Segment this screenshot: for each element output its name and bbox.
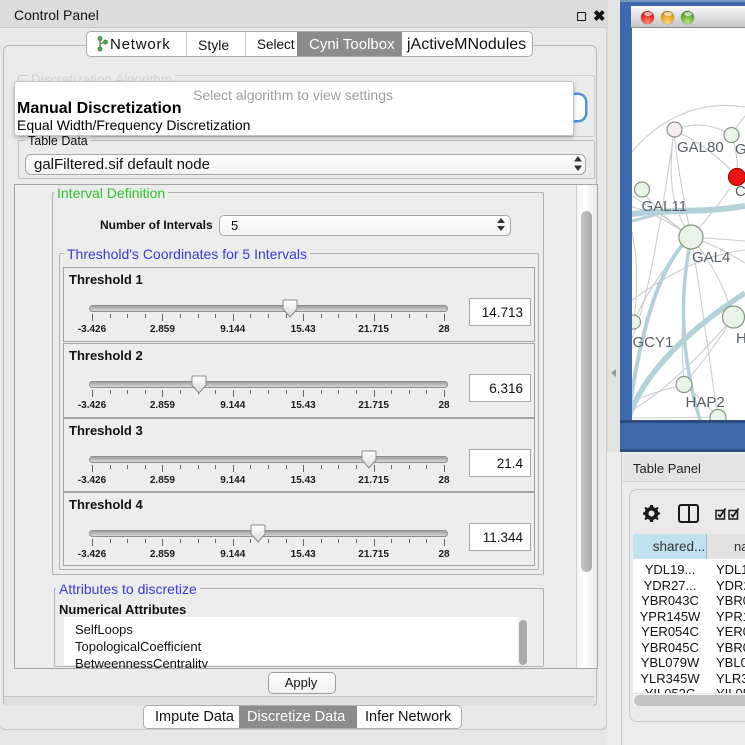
svg-text:GAL3: GAL3	[735, 141, 745, 158]
svg-text:GCY1: GCY1	[633, 334, 674, 351]
svg-text:HAP2: HAP2	[686, 394, 725, 411]
svg-text:GAL4: GAL4	[692, 249, 730, 266]
svg-text:C: C	[735, 183, 745, 200]
svg-text:HIS4: HIS4	[736, 330, 745, 347]
svg-text:GAL11: GAL11	[642, 198, 688, 215]
svg-text:GAL80: GAL80	[677, 139, 724, 156]
